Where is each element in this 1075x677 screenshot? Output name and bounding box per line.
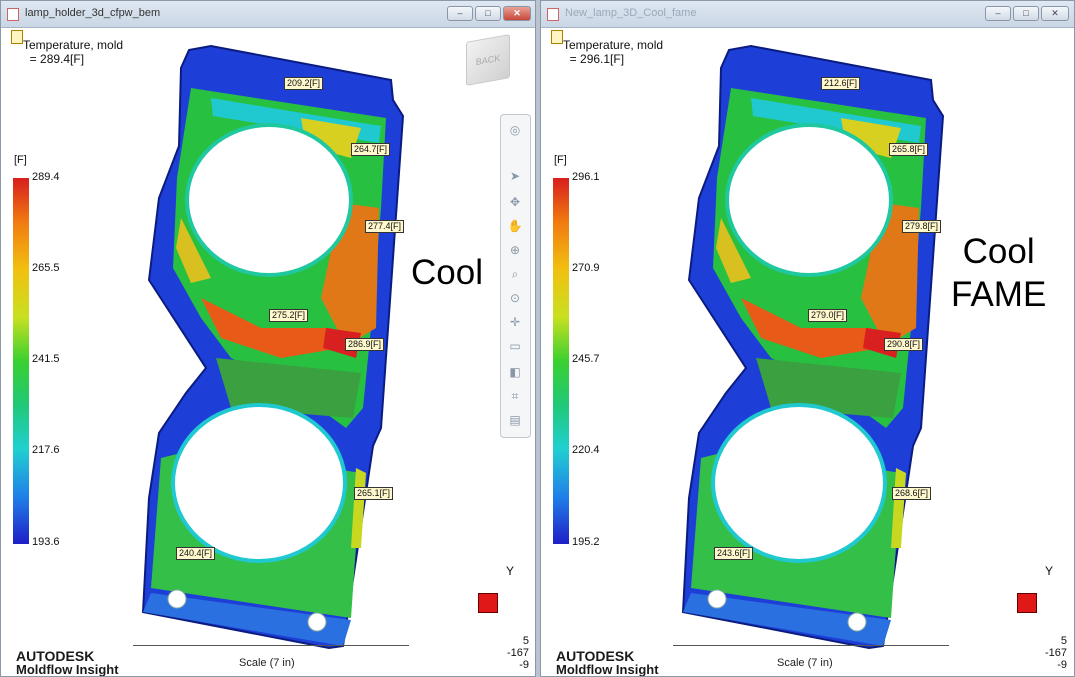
probe-label: 265.1[F] [354,487,394,500]
probe-label: 290.8[F] [884,338,924,351]
minimize-button[interactable]: ‒ [985,6,1011,21]
brand-product: Moldflow Insight [16,662,119,676]
annotation-label: Cool [411,253,483,292]
brand-product: Moldflow Insight [556,662,659,676]
probe-label: 286.9[F] [345,338,385,351]
axis-y-label: Y [506,564,515,578]
title-bar[interactable]: lamp_holder_3d_cfpw_bem ‒ □ ✕ [1,1,535,28]
rotate-icon[interactable]: ✥ [505,193,525,211]
probe-label: 268.6[F] [892,487,932,500]
print-icon[interactable]: ▤ [505,411,525,429]
close-button[interactable]: ✕ [1041,6,1069,21]
window-title: lamp_holder_3d_cfpw_bem [25,7,161,19]
annotation-label: Cool FAME [951,232,1047,314]
maximize-button[interactable]: □ [1013,6,1039,21]
model-viewport[interactable]: Temperature, mold = 289.4[F] [F] 289.4 2… [1,28,535,676]
probe-label: 264.7[F] [351,143,391,156]
zoom-icon[interactable]: ⊕ [505,241,525,259]
steering-wheel-icon[interactable]: ◎ [505,121,525,139]
scale-label: Scale (7 in) [239,657,295,669]
window-title: New_lamp_3D_Cool_fame [565,7,697,19]
zoom-window-icon[interactable]: ⌕ [505,265,525,283]
axis-triad-cube [478,593,498,613]
probe-label: 275.2[F] [269,309,309,322]
title-bar[interactable]: New_lamp_3D_Cool_fame ‒ □ ✕ [541,1,1074,28]
probe-label: 277.4[F] [365,220,405,233]
probe-label: 212.6[F] [821,77,861,90]
view-toolbar: ◎ ➤ ✥ ✋ ⊕ ⌕ ⊙ ✛ ▭ ◧ ⌗ ▤ [500,114,531,438]
model-viewport[interactable]: Temperature, mold = 296.1[F] [F] 296.1 2… [541,28,1074,676]
part-model[interactable] [1,28,535,676]
probe-label: 279.8[F] [902,220,942,233]
document-icon [547,8,559,21]
close-button[interactable]: ✕ [503,6,531,21]
zoom-fit-icon[interactable]: ⊙ [505,289,525,307]
center-icon[interactable]: ✛ [505,313,525,331]
lighting-icon[interactable]: ◧ [505,363,525,381]
probe-label: 279.0[F] [808,309,848,322]
measure-icon[interactable]: ⌗ [505,387,525,405]
right-result-window[interactable]: New_lamp_3D_Cool_fame ‒ □ ✕ Temperature,… [540,0,1075,677]
pan-icon[interactable]: ✋ [505,217,525,235]
clip-plane-icon[interactable]: ▭ [505,337,525,355]
scale-bar [673,639,949,646]
scale-label: Scale (7 in) [777,657,833,669]
axis-triad-cube [1017,593,1037,613]
probe-label: 209.2[F] [284,77,324,90]
axis-y-label: Y [1045,564,1054,578]
coordinate-readout: 5 -167 -9 [1044,635,1067,671]
scale-bar [133,639,409,646]
left-result-window[interactable]: lamp_holder_3d_cfpw_bem ‒ □ ✕ Temperatur… [0,0,536,677]
probe-label: 240.4[F] [176,547,216,560]
viewcube-back[interactable]: BACK [466,34,510,86]
coordinate-readout: 5 -167 -9 [506,635,529,671]
part-model[interactable] [541,28,1074,676]
maximize-button[interactable]: □ [475,6,501,21]
document-icon [7,8,19,21]
probe-label: 265.8[F] [889,143,929,156]
minimize-button[interactable]: ‒ [447,6,473,21]
probe-label: 243.6[F] [714,547,754,560]
select-icon[interactable]: ➤ [505,167,525,185]
